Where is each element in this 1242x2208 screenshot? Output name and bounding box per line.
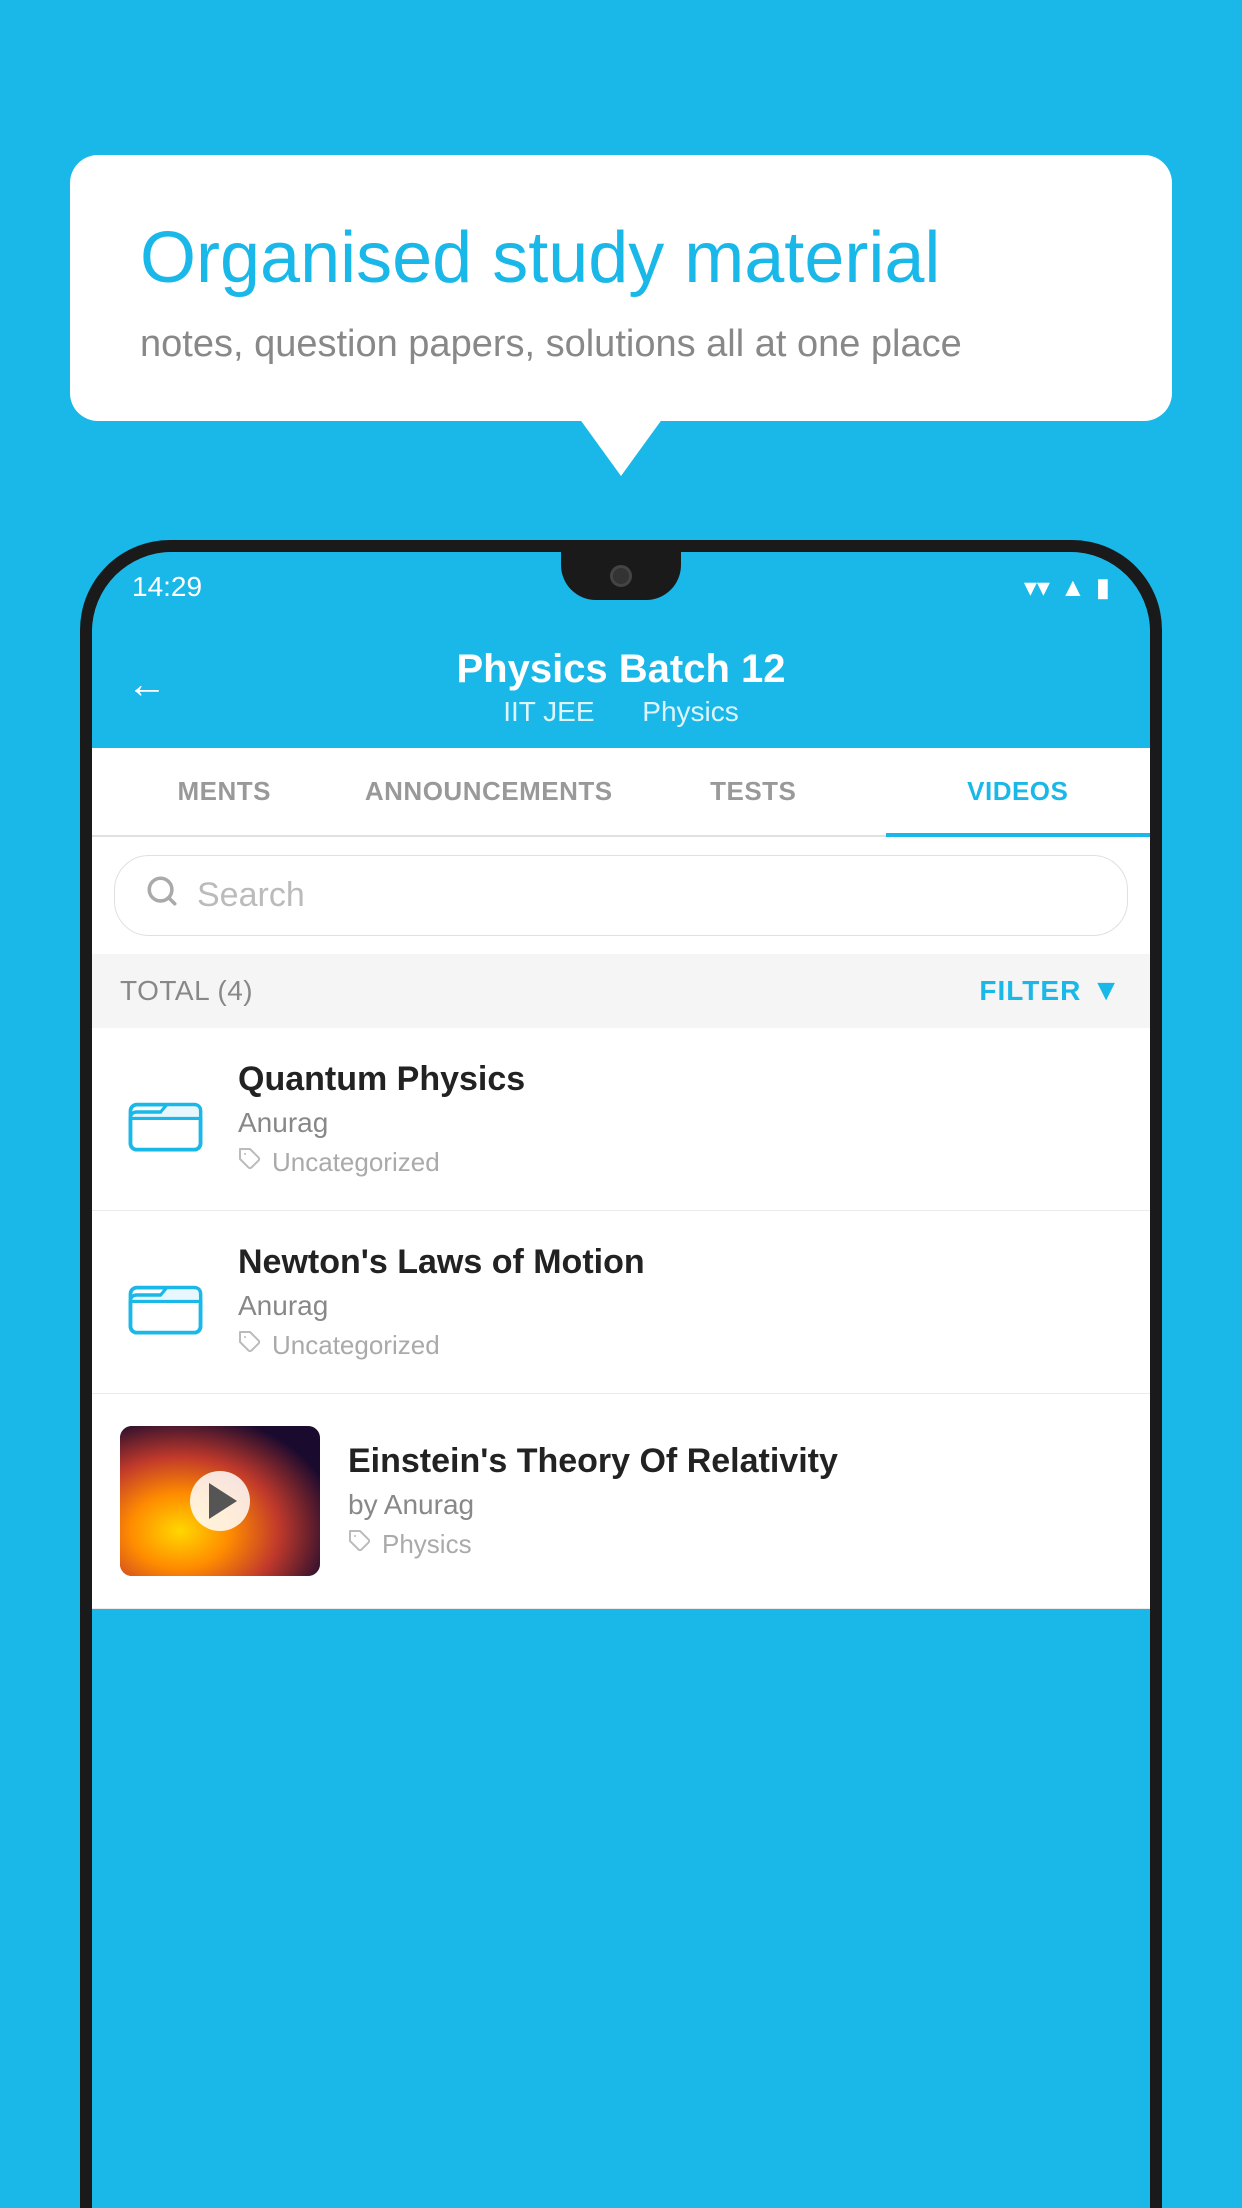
video-title: Quantum Physics <box>238 1060 1122 1099</box>
app-content: Search TOTAL (4) FILTER ▼ <box>92 837 1150 1609</box>
status-time: 14:29 <box>132 571 202 603</box>
phone-frame: 14:29 ▾▾ ▲ ▮ ← Physics Batch 12 IIT JEE … <box>80 540 1162 2208</box>
video-author: Anurag <box>238 1290 1122 1322</box>
video-tag: Uncategorized <box>238 1330 1122 1361</box>
video-info: Newton's Laws of Motion Anurag Uncategor… <box>238 1243 1122 1361</box>
signal-icon: ▲ <box>1060 572 1086 603</box>
phone-side-button-left-1 <box>80 710 82 765</box>
video-author: Anurag <box>238 1107 1122 1139</box>
tag-icon <box>238 1147 262 1178</box>
video-author: by Anurag <box>348 1489 1122 1521</box>
list-item[interactable]: Newton's Laws of Motion Anurag Uncategor… <box>92 1211 1150 1394</box>
header-category: IIT JEE <box>503 696 594 727</box>
video-thumbnail <box>120 1426 320 1576</box>
header-subject: Physics <box>642 696 738 727</box>
search-icon <box>145 874 179 917</box>
notch <box>561 552 681 600</box>
tab-ments[interactable]: MENTS <box>92 748 357 835</box>
video-tag: Uncategorized <box>238 1147 1122 1178</box>
phone-screen: 14:29 ▾▾ ▲ ▮ ← Physics Batch 12 IIT JEE … <box>92 552 1150 2208</box>
video-info: Einstein's Theory Of Relativity by Anura… <box>348 1442 1122 1560</box>
speech-bubble-title: Organised study material <box>140 215 1102 301</box>
video-title: Newton's Laws of Motion <box>238 1243 1122 1282</box>
header-subtitle: IIT JEE Physics <box>127 696 1115 728</box>
video-info: Quantum Physics Anurag Uncategorized <box>238 1060 1122 1178</box>
phone-side-button-left-2 <box>80 785 82 840</box>
video-tag: Physics <box>348 1529 1122 1560</box>
filter-icon: ▼ <box>1091 974 1122 1008</box>
play-icon <box>209 1483 237 1519</box>
video-list: Quantum Physics Anurag Uncategorized <box>92 1028 1150 1609</box>
tab-tests[interactable]: TESTS <box>621 748 886 835</box>
filter-row: TOTAL (4) FILTER ▼ <box>92 954 1150 1028</box>
total-count: TOTAL (4) <box>120 975 253 1007</box>
wifi-icon: ▾▾ <box>1024 572 1050 603</box>
page-title: Physics Batch 12 <box>127 647 1115 692</box>
list-item[interactable]: Quantum Physics Anurag Uncategorized <box>92 1028 1150 1211</box>
folder-icon <box>120 1079 210 1159</box>
tab-announcements[interactable]: ANNOUNCEMENTS <box>357 748 622 835</box>
phone-side-button-right <box>1160 740 1162 820</box>
search-input-wrapper[interactable]: Search <box>114 855 1128 936</box>
folder-icon <box>120 1262 210 1342</box>
back-button[interactable]: ← <box>127 663 167 708</box>
speech-bubble: Organised study material notes, question… <box>70 155 1172 421</box>
tabs: MENTS ANNOUNCEMENTS TESTS VIDEOS <box>92 748 1150 837</box>
status-bar: 14:29 ▾▾ ▲ ▮ <box>92 552 1150 622</box>
list-item[interactable]: Einstein's Theory Of Relativity by Anura… <box>92 1394 1150 1609</box>
speech-bubble-subtitle: notes, question papers, solutions all at… <box>140 323 1102 366</box>
tab-videos[interactable]: VIDEOS <box>886 748 1151 835</box>
app-header: ← Physics Batch 12 IIT JEE Physics <box>92 622 1150 748</box>
search-placeholder: Search <box>197 876 305 915</box>
filter-label: FILTER <box>979 975 1081 1007</box>
battery-icon: ▮ <box>1096 572 1110 603</box>
video-title: Einstein's Theory Of Relativity <box>348 1442 1122 1481</box>
tag-icon <box>238 1330 262 1361</box>
tag-icon <box>348 1529 372 1560</box>
search-bar: Search <box>92 837 1150 954</box>
play-button[interactable] <box>190 1471 250 1531</box>
camera <box>610 565 632 587</box>
status-icons: ▾▾ ▲ ▮ <box>1024 572 1110 603</box>
filter-button[interactable]: FILTER ▼ <box>979 974 1122 1008</box>
